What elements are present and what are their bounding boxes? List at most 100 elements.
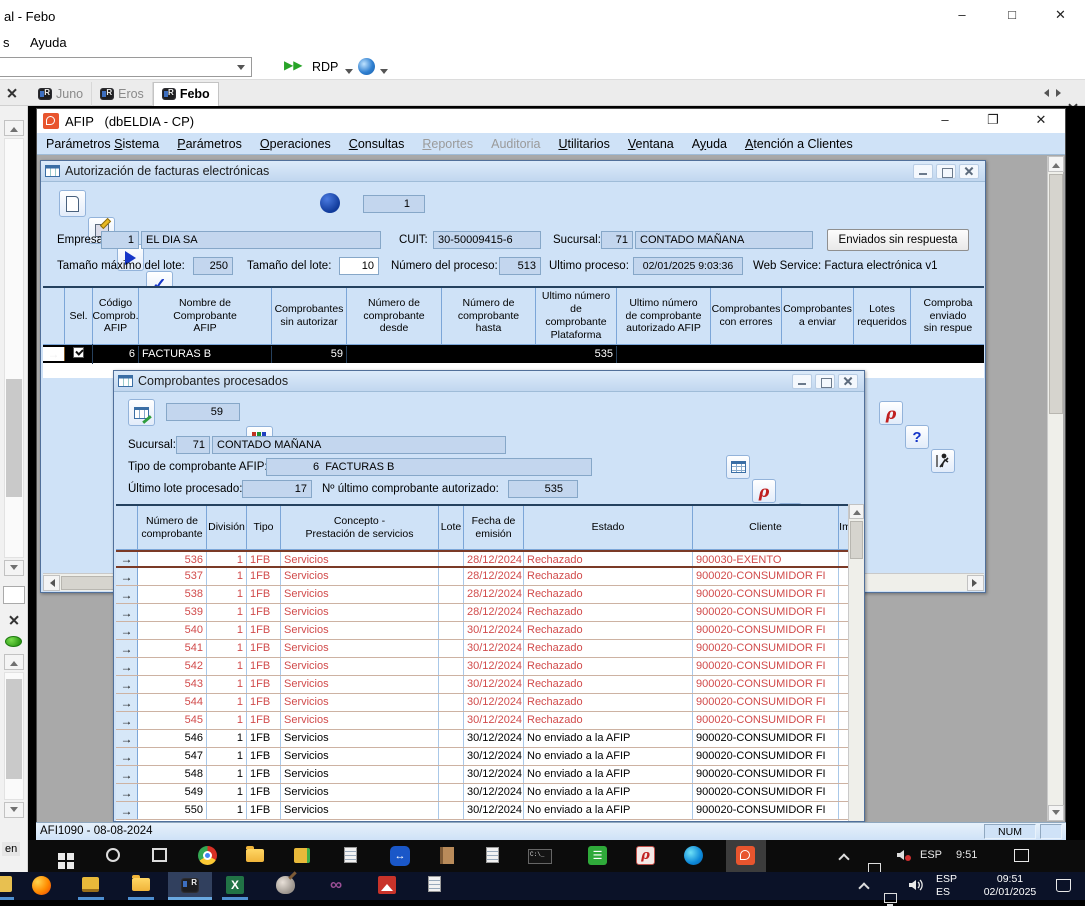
table-row[interactable]: 54511FBServicios30/12/2024Rechazado90002… bbox=[116, 712, 848, 730]
menu-parámetros[interactable]: Parámetros bbox=[168, 135, 251, 153]
edge-icon[interactable] bbox=[684, 846, 703, 865]
menu-parámetros-sistema[interactable]: Parámetros Sistema bbox=[37, 135, 168, 153]
scroll-up-button[interactable] bbox=[849, 504, 864, 519]
scrollbar-thumb[interactable] bbox=[6, 679, 22, 779]
host-maximize-button[interactable]: □ bbox=[992, 0, 1032, 30]
grid-vertical-scrollbar[interactable] bbox=[848, 504, 864, 822]
sucursal-name-field[interactable]: CONTADO MAÑANA bbox=[635, 231, 813, 249]
lote-field[interactable]: 10 bbox=[339, 257, 379, 275]
tab-scroll-left-icon[interactable] bbox=[1040, 89, 1049, 97]
menu-utilitarios[interactable]: Utilitarios bbox=[549, 135, 618, 153]
action-center-icon[interactable] bbox=[1056, 879, 1071, 892]
table-row[interactable]: 54011FBServicios30/12/2024Rechazado90002… bbox=[116, 622, 848, 640]
mremoteng-active-slab[interactable] bbox=[168, 872, 212, 900]
host-language-indicator[interactable]: ESP ES bbox=[936, 873, 957, 899]
connection-combobox[interactable] bbox=[0, 57, 252, 77]
remote-clock[interactable]: 9:51 bbox=[956, 849, 977, 861]
rho-app-icon[interactable]: ρ bbox=[636, 846, 655, 865]
excel-icon[interactable]: X bbox=[226, 876, 244, 894]
speaker-icon[interactable] bbox=[896, 848, 912, 867]
table-row[interactable]: 54211FBServicios30/12/2024Rechazado90002… bbox=[116, 658, 848, 676]
file-explorer-icon[interactable] bbox=[132, 878, 150, 891]
table-row[interactable]: 54711FBServicios30/12/2024No enviado a l… bbox=[116, 748, 848, 766]
host-menu-cut[interactable]: s bbox=[3, 35, 10, 50]
notepad-icon[interactable] bbox=[344, 847, 357, 863]
table-row[interactable]: 54411FBServicios30/12/2024Rechazado90002… bbox=[116, 694, 848, 712]
ultimo-proceso-field[interactable]: 02/01/2025 9:03:36 bbox=[633, 257, 743, 275]
afip-close-button[interactable]: ✕ bbox=[1023, 105, 1059, 135]
tab-eros[interactable]: Eros bbox=[92, 82, 153, 106]
globe-dropdown-icon[interactable] bbox=[380, 69, 388, 78]
scrollbar-track[interactable] bbox=[4, 672, 24, 800]
menu-operaciones[interactable]: Operaciones bbox=[251, 135, 340, 153]
host-clock[interactable]: 09:51 02/01/2025 bbox=[972, 873, 1048, 899]
tab-scroll-right-icon[interactable] bbox=[1056, 89, 1065, 97]
info-icon[interactable] bbox=[320, 193, 340, 213]
notepad-icon[interactable] bbox=[428, 876, 441, 892]
scroll-down-button[interactable] bbox=[1048, 805, 1064, 821]
teamviewer-icon[interactable]: ↔ bbox=[390, 846, 410, 866]
rdp-play-icon[interactable]: ▶▶ bbox=[284, 58, 302, 72]
rho-tool-button[interactable] bbox=[879, 401, 903, 425]
scroll-up-button[interactable] bbox=[4, 654, 24, 670]
tab-febo[interactable]: Febo bbox=[153, 82, 219, 106]
help-button[interactable] bbox=[905, 425, 929, 449]
start-button[interactable] bbox=[52, 847, 70, 865]
cmd-icon[interactable]: C:\_ bbox=[528, 849, 552, 864]
maximize-button[interactable] bbox=[936, 164, 956, 179]
task-view-icon[interactable] bbox=[152, 848, 167, 862]
scroll-down-button[interactable] bbox=[4, 802, 24, 818]
rdp-protocol-label[interactable]: RDP bbox=[312, 60, 338, 74]
count-field[interactable]: 59 bbox=[166, 403, 240, 421]
scrollbar-thumb[interactable] bbox=[1049, 174, 1063, 414]
remote-language-indicator[interactable]: ESP bbox=[920, 849, 942, 861]
row-checkbox[interactable] bbox=[73, 347, 84, 358]
calendar-icon[interactable]: ☰ bbox=[588, 846, 607, 865]
table-row[interactable]: 54311FBServicios30/12/2024Rechazado90002… bbox=[116, 676, 848, 694]
scroll-right-button[interactable] bbox=[967, 575, 984, 591]
tab-juno[interactable]: Juno bbox=[30, 82, 92, 106]
cuit-field[interactable]: 30-50009415-6 bbox=[433, 231, 541, 249]
rail-input[interactable] bbox=[3, 586, 25, 604]
search-icon[interactable] bbox=[106, 848, 120, 862]
table-row[interactable]: 54811FBServicios30/12/2024No enviado a l… bbox=[116, 766, 848, 784]
close-button[interactable] bbox=[838, 374, 858, 389]
chrome-icon[interactable] bbox=[198, 846, 217, 865]
process-counter-field[interactable]: 1 bbox=[363, 195, 425, 213]
tray-chevron-icon[interactable] bbox=[838, 853, 849, 864]
table-row[interactable]: 53611FBServicios28/12/2024Rechazado90003… bbox=[116, 550, 848, 568]
grid-edit-button[interactable] bbox=[128, 399, 155, 426]
maximize-button[interactable] bbox=[815, 374, 835, 389]
mdi-vertical-scrollbar[interactable] bbox=[1047, 156, 1063, 821]
afip-minimize-button[interactable]: – bbox=[927, 105, 963, 135]
tray-chevron-icon[interactable] bbox=[858, 882, 869, 893]
scroll-up-button[interactable] bbox=[4, 120, 24, 136]
nro-autorizado-field[interactable]: 535 bbox=[508, 480, 578, 498]
exit-runner-button[interactable] bbox=[931, 449, 955, 473]
menu-consultas[interactable]: Consultas bbox=[340, 135, 414, 153]
scrollbar-thumb[interactable] bbox=[850, 521, 863, 559]
table-row[interactable]: 54611FBServicios30/12/2024No enviado a l… bbox=[116, 730, 848, 748]
file-explorer-icon[interactable] bbox=[246, 849, 264, 862]
admin-tools-icon[interactable] bbox=[82, 877, 99, 892]
visual-studio-icon[interactable]: ∞ bbox=[326, 874, 346, 896]
empresa-num-field[interactable]: 1 bbox=[101, 231, 139, 249]
rail-close-icon[interactable] bbox=[6, 612, 22, 628]
active-app-slab[interactable] bbox=[726, 840, 766, 872]
enviados-sin-respuesta-button[interactable]: Enviados sin respuesta bbox=[827, 229, 969, 251]
table-row[interactable]: 54911FBServicios30/12/2024No enviado a l… bbox=[116, 784, 848, 802]
table-row[interactable]: 54111FBServicios30/12/2024Rechazado90002… bbox=[116, 640, 848, 658]
table-row[interactable]: 53911FBServicios28/12/2024Rechazado90002… bbox=[116, 604, 848, 622]
gimp-icon[interactable] bbox=[276, 876, 295, 894]
minimize-button[interactable] bbox=[913, 164, 933, 179]
close-button[interactable] bbox=[959, 164, 979, 179]
globe-icon[interactable] bbox=[358, 58, 375, 75]
rdp-dropdown-icon[interactable] bbox=[345, 69, 353, 78]
panel-close-icon[interactable] bbox=[4, 85, 20, 101]
speaker-icon[interactable] bbox=[908, 878, 924, 897]
minimize-button[interactable] bbox=[792, 374, 812, 389]
outlook-icon[interactable] bbox=[0, 876, 12, 892]
app-box-icon[interactable] bbox=[294, 848, 310, 863]
tipo-comprobante-field[interactable]: 6 FACTURAS B bbox=[266, 458, 592, 476]
network-icon[interactable] bbox=[884, 893, 897, 903]
